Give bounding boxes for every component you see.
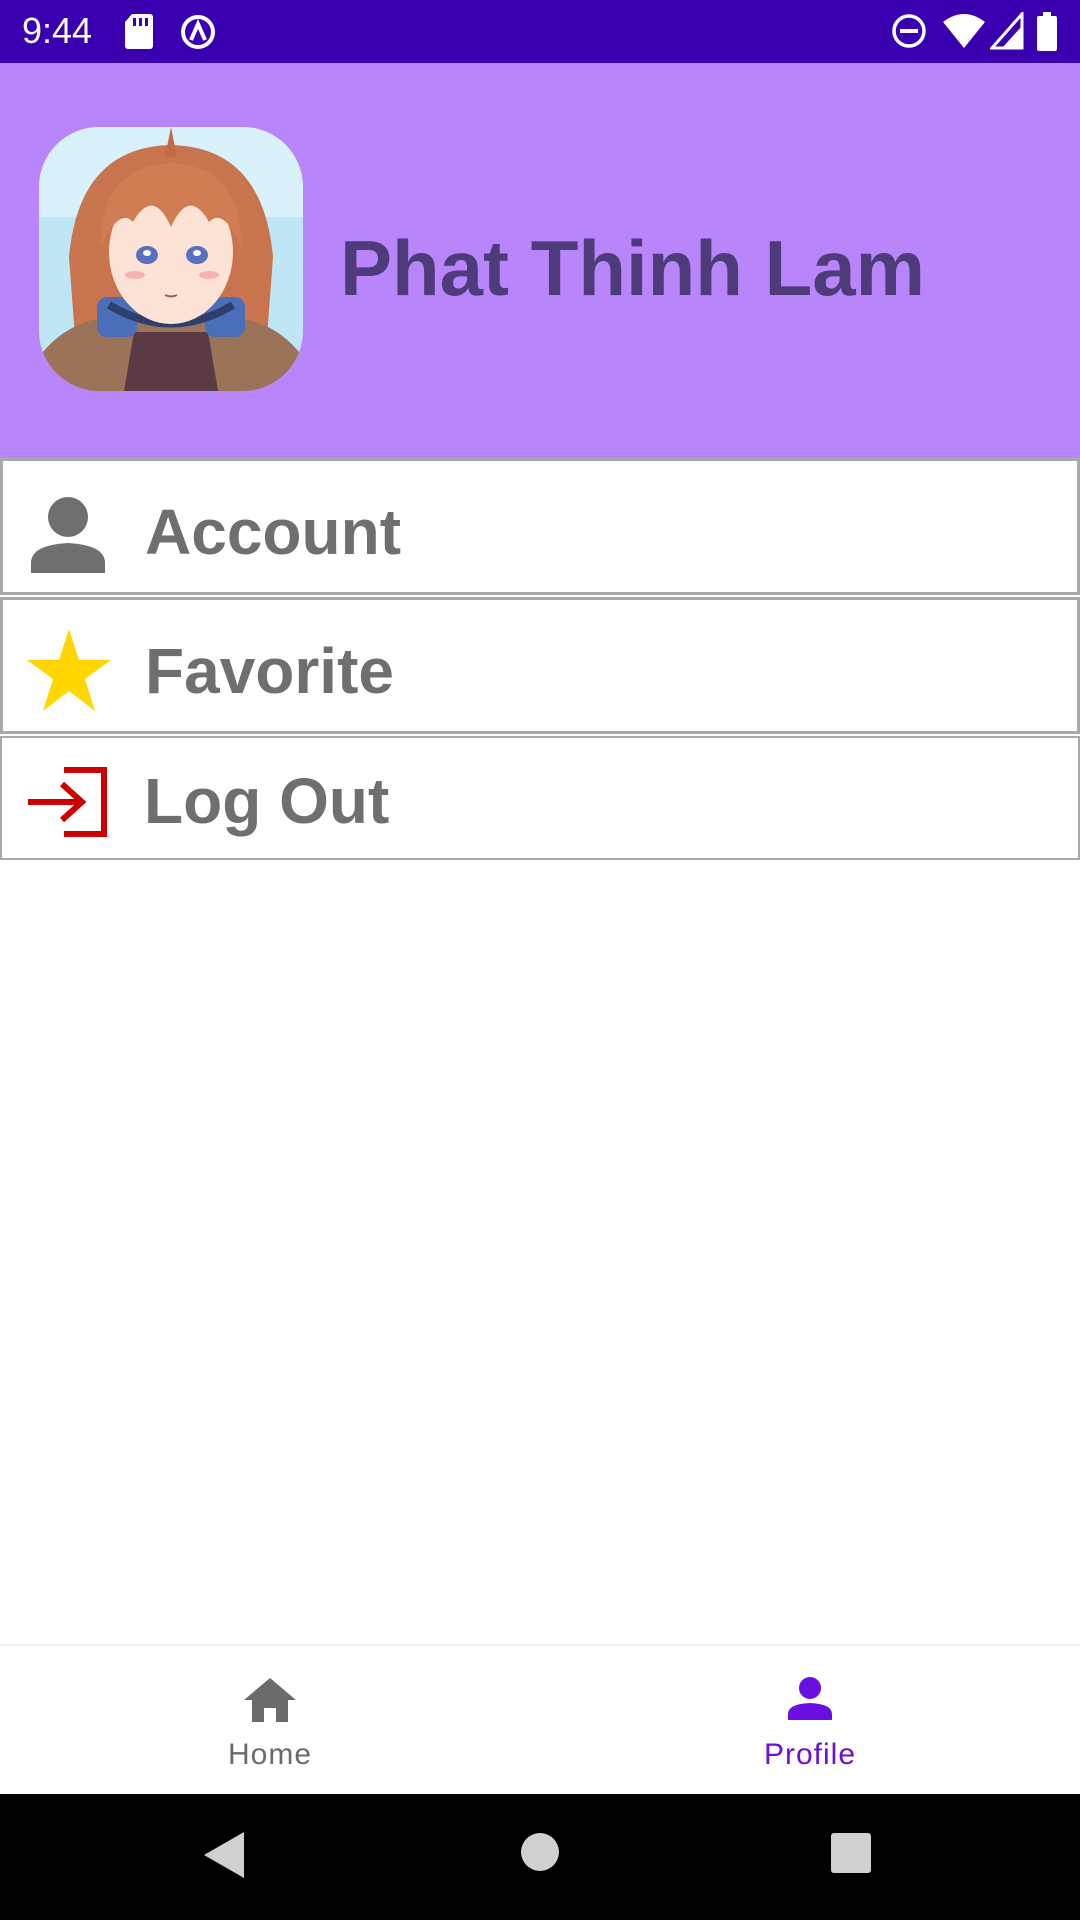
system-navigation-bar <box>0 1794 1080 1920</box>
battery-icon <box>1036 12 1058 57</box>
nav-item-profile[interactable]: Profile <box>540 1646 1080 1796</box>
recents-icon[interactable] <box>830 1830 872 1881</box>
home-icon <box>242 1676 298 1729</box>
logout-icon <box>24 766 108 843</box>
home-circle-icon[interactable] <box>520 1830 560 1879</box>
nav-label-home: Home <box>227 1738 313 1771</box>
menu-item-favorite[interactable]: Favorite <box>0 597 1080 734</box>
do-not-disturb-icon <box>890 12 928 55</box>
menu-item-label: Log Out <box>144 765 390 837</box>
person-icon <box>25 495 111 580</box>
menu-item-label: Account <box>145 496 401 568</box>
wifi-icon <box>942 12 986 55</box>
signal-icon <box>988 10 1024 55</box>
menu-item-logout[interactable]: Log Out <box>0 736 1080 860</box>
star-icon <box>25 627 113 718</box>
person-icon <box>786 1676 834 1727</box>
sync-icon <box>178 12 218 57</box>
profile-header: Phat Thinh Lam <box>0 63 1080 458</box>
menu-item-label: Favorite <box>145 635 394 707</box>
nav-item-home[interactable]: Home <box>0 1646 540 1796</box>
status-time: 9:44 <box>22 10 93 51</box>
bottom-navigation: Home Profile <box>0 1644 1080 1794</box>
sd-card-icon <box>124 12 154 55</box>
nav-label-profile: Profile <box>763 1738 857 1771</box>
back-icon[interactable] <box>202 1830 248 1885</box>
menu-item-account[interactable]: Account <box>0 458 1080 595</box>
avatar[interactable] <box>39 127 303 391</box>
profile-name: Phat Thinh Lam <box>340 224 925 312</box>
status-bar: 9:44 <box>0 0 1080 63</box>
